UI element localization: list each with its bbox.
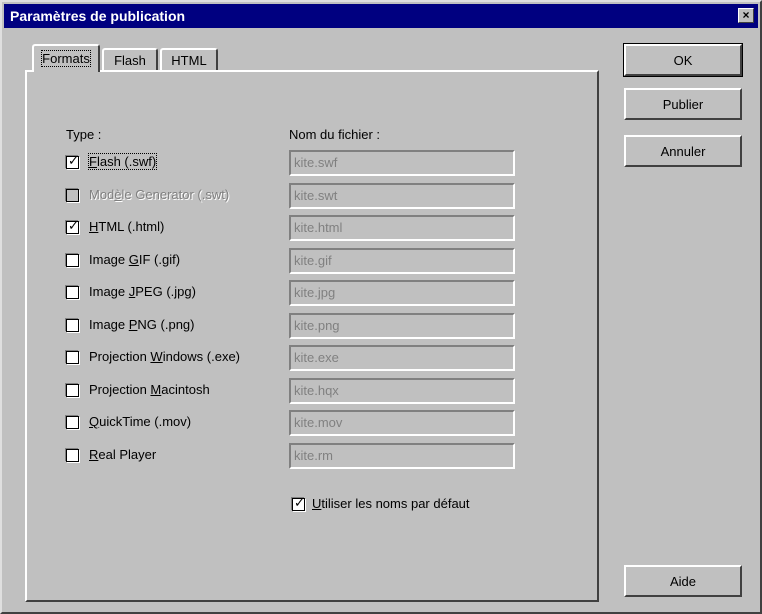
filename-field: kite.gif (289, 248, 515, 274)
format-label[interactable]: QuickTime (.mov) (89, 414, 191, 429)
close-button[interactable]: × (738, 8, 754, 23)
format-checkbox (66, 189, 79, 202)
filename-field: kite.swf (289, 150, 515, 176)
ok-button[interactable]: OK (623, 43, 743, 77)
format-label[interactable]: Real Player (89, 447, 156, 462)
format-label[interactable]: Projection Windows (.exe) (89, 349, 240, 364)
publish-button[interactable]: Publier (624, 88, 742, 120)
filename-field: kite.mov (289, 410, 515, 436)
format-checkbox[interactable] (66, 449, 79, 462)
format-checkbox[interactable] (66, 254, 79, 267)
filename-field: kite.jpg (289, 280, 515, 306)
tab-formats-label: Formats (41, 50, 91, 67)
format-label[interactable]: HTML (.html) (89, 219, 164, 234)
format-label[interactable]: Flash (.swf) (87, 153, 158, 170)
check-icon: ✓ (68, 219, 79, 234)
filename-header: Nom du fichier : (289, 127, 381, 142)
format-checkbox[interactable] (66, 384, 79, 397)
format-checkbox[interactable]: ✓ (66, 154, 79, 169)
cancel-button[interactable]: Annuler (624, 135, 742, 167)
format-checkbox[interactable]: ✓ (66, 219, 79, 234)
filename-field: kite.html (289, 215, 515, 241)
check-icon: ✓ (294, 496, 305, 511)
close-icon: × (742, 8, 750, 22)
format-label: Modèle Generator (.swt) (89, 187, 230, 202)
format-label[interactable]: Image JPEG (.jpg) (89, 284, 196, 299)
window-title: Paramètres de publication (10, 8, 186, 24)
filename-field: kite.png (289, 313, 515, 339)
tab-html-label: HTML (171, 53, 207, 68)
format-label[interactable]: Image GIF (.gif) (89, 252, 180, 267)
format-checkbox[interactable] (66, 416, 79, 429)
tab-html[interactable]: HTML (160, 48, 218, 70)
filename-field: kite.swt (289, 183, 515, 209)
use-default-names-label[interactable]: Utiliser les noms par défaut (312, 496, 470, 511)
tab-flash-label: Flash (114, 53, 146, 68)
filename-field: kite.hqx (289, 378, 515, 404)
type-header: Type : (66, 127, 102, 142)
check-icon: ✓ (68, 154, 79, 169)
help-button[interactable]: Aide (624, 565, 742, 597)
format-label[interactable]: Image PNG (.png) (89, 317, 195, 332)
format-checkbox[interactable] (66, 286, 79, 299)
filename-field: kite.rm (289, 443, 515, 469)
format-checkbox[interactable] (66, 319, 79, 332)
tab-flash[interactable]: Flash (102, 48, 158, 70)
use-default-names-checkbox[interactable]: ✓ (292, 496, 305, 511)
filename-field: kite.exe (289, 345, 515, 371)
format-label[interactable]: Projection Macintosh (89, 382, 210, 397)
format-checkbox[interactable] (66, 351, 79, 364)
title-bar: Paramètres de publication × (4, 4, 758, 28)
tab-formats[interactable]: Formats (32, 44, 100, 72)
